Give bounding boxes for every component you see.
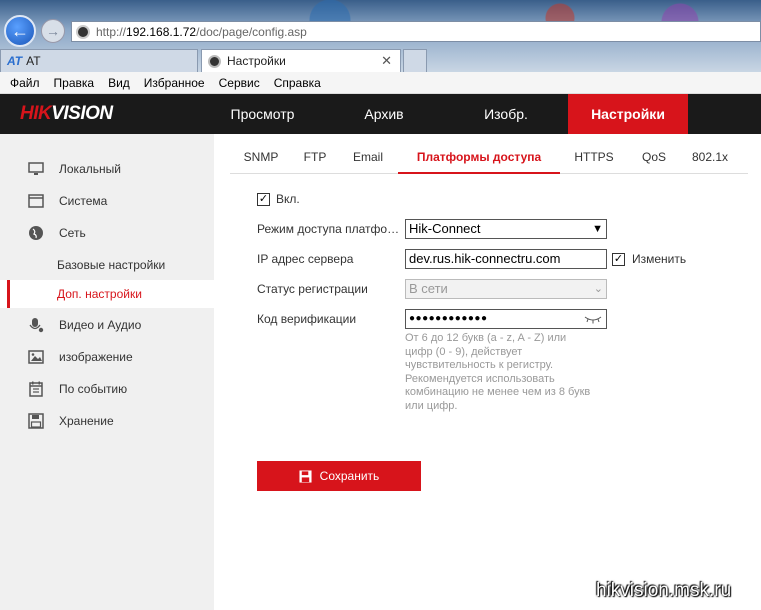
server-address-input[interactable]: dev.rus.hik-connectru.com bbox=[405, 249, 607, 269]
verification-code-hint: От 6 до 12 букв (a - z, A - Z) или цифр … bbox=[405, 332, 591, 412]
chevron-down-icon: ⌄ bbox=[593, 283, 603, 295]
at-logo-icon: AT bbox=[7, 54, 23, 68]
sidebar-item-video-audio[interactable]: Видео и Аудио bbox=[0, 310, 214, 340]
menu-view[interactable]: Вид bbox=[108, 76, 130, 90]
url-prefix: http:// bbox=[96, 24, 127, 39]
sidebar: Локальный Система Сеть Базовые настройки… bbox=[0, 134, 214, 610]
system-window-icon bbox=[28, 194, 44, 208]
nav-settings[interactable]: Настройки bbox=[568, 94, 688, 134]
close-tab-icon[interactable]: ✕ bbox=[381, 53, 392, 69]
microphone-icon bbox=[29, 318, 44, 333]
new-tab-button[interactable] bbox=[403, 49, 427, 72]
monitor-icon bbox=[28, 162, 44, 175]
arrow-left-icon: ← bbox=[11, 20, 29, 41]
hikvision-logo: HIKVISION bbox=[20, 103, 113, 124]
sidebar-item-image[interactable]: изображение bbox=[0, 342, 214, 372]
change-server-label: Изменить bbox=[632, 252, 687, 266]
chevron-down-icon: ▼ bbox=[592, 223, 603, 235]
sidebar-item-label: Сеть bbox=[59, 226, 86, 240]
subtab-snmp[interactable]: SNMP bbox=[242, 150, 280, 174]
menu-tools[interactable]: Сервис bbox=[219, 76, 260, 90]
tab-label: Настройки bbox=[227, 54, 286, 68]
change-server-checkbox[interactable]: ✓ bbox=[612, 253, 625, 266]
back-button[interactable]: ← bbox=[4, 15, 36, 47]
nav-live-view[interactable]: Просмотр bbox=[215, 94, 310, 134]
menu-edit[interactable]: Правка bbox=[54, 76, 95, 90]
watermark: hikvision.msk.ru bbox=[596, 580, 732, 601]
globe-icon bbox=[29, 226, 43, 240]
content-panel: SNMP FTP Email Платформы доступа HTTPS Q… bbox=[214, 134, 761, 610]
sidebar-item-label: Видео и Аудио bbox=[59, 318, 142, 332]
browser-chrome: ← → http://192.168.1.72/doc/page/config.… bbox=[0, 0, 761, 72]
sidebar-item-local[interactable]: Локальный bbox=[0, 154, 214, 184]
sidebar-item-label: Локальный bbox=[59, 162, 121, 176]
subtab-https[interactable]: HTTPS bbox=[572, 150, 616, 174]
sidebar-item-label: По событию bbox=[59, 382, 128, 396]
sidebar-subitem-advanced[interactable]: Доп. настройки bbox=[0, 280, 214, 308]
server-address-value: dev.rus.hik-connectru.com bbox=[409, 251, 561, 266]
access-mode-label: Режим доступа платфор… bbox=[257, 222, 405, 236]
subtab-bar: SNMP FTP Email Платформы доступа HTTPS Q… bbox=[230, 150, 748, 174]
menu-favorites[interactable]: Избранное bbox=[144, 76, 205, 90]
checkmark-icon: ✓ bbox=[258, 193, 269, 205]
save-button[interactable]: Сохранить bbox=[257, 461, 421, 491]
sidebar-subitem-label: Доп. настройки bbox=[57, 287, 142, 301]
nav-image[interactable]: Изобр. bbox=[472, 94, 540, 134]
sidebar-item-events[interactable]: По событию bbox=[0, 374, 214, 404]
image-icon bbox=[28, 350, 44, 364]
save-disk-icon bbox=[299, 469, 312, 483]
enable-label: Вкл. bbox=[276, 192, 300, 206]
sidebar-item-network[interactable]: Сеть bbox=[0, 218, 214, 248]
registration-status-label: Статус регистрации bbox=[257, 282, 368, 296]
url-host: 192.168.1.72 bbox=[126, 24, 197, 39]
site-favicon-icon bbox=[76, 24, 90, 39]
registration-status-select: В сети ⌄ bbox=[405, 279, 607, 299]
sidebar-item-storage[interactable]: Хранение bbox=[0, 406, 214, 436]
verification-code-value: ●●●●●●●●●●●● bbox=[409, 313, 488, 324]
url-path: /doc/page/config.asp bbox=[196, 24, 307, 39]
show-password-eye-icon[interactable] bbox=[584, 314, 602, 324]
save-disk-icon bbox=[28, 413, 44, 429]
tab-label: AT bbox=[26, 54, 41, 68]
registration-status-value: В сети bbox=[409, 281, 448, 296]
sidebar-item-label: Система bbox=[59, 194, 108, 208]
save-button-label: Сохранить bbox=[319, 469, 380, 483]
menu-help[interactable]: Справка bbox=[274, 76, 321, 90]
browser-tab-at[interactable]: AT AT bbox=[0, 49, 198, 72]
subtab-8021x[interactable]: 802.1x bbox=[688, 150, 732, 174]
server-address-label: IP адрес сервера bbox=[257, 252, 354, 266]
verification-code-label: Код верификации bbox=[257, 312, 357, 326]
subtab-qos[interactable]: QoS bbox=[638, 150, 670, 174]
access-mode-value: Hik-Connect bbox=[409, 221, 481, 236]
sidebar-item-system[interactable]: Система bbox=[0, 186, 214, 216]
app-header: HIKVISION Просмотр Архив Изобр. Настройк… bbox=[0, 94, 761, 134]
checkmark-icon: ✓ bbox=[613, 253, 624, 265]
arrow-right-icon: → bbox=[46, 23, 60, 39]
tab-favicon-icon bbox=[208, 54, 221, 68]
subtab-platform-access[interactable]: Платформы доступа bbox=[398, 150, 560, 174]
browser-tabs: AT AT Настройки ✕ bbox=[0, 47, 761, 72]
browser-menu-bar: Файл Правка Вид Избранное Сервис Справка bbox=[0, 72, 761, 94]
verification-code-input[interactable]: ●●●●●●●●●●●● bbox=[405, 309, 607, 329]
enable-checkbox[interactable]: ✓ bbox=[257, 193, 270, 206]
forward-button[interactable]: → bbox=[41, 19, 65, 43]
access-mode-select[interactable]: Hik-Connect ▼ bbox=[405, 219, 607, 239]
nav-archive[interactable]: Архив bbox=[345, 94, 423, 134]
sidebar-subitem-label: Базовые настройки bbox=[57, 258, 166, 272]
subtab-ftp[interactable]: FTP bbox=[300, 150, 330, 174]
subtab-email[interactable]: Email bbox=[350, 150, 386, 174]
sidebar-item-label: изображение bbox=[59, 350, 133, 364]
address-bar[interactable]: http://192.168.1.72/doc/page/config.asp bbox=[71, 21, 761, 42]
calendar-icon bbox=[29, 381, 43, 397]
browser-tab-settings[interactable]: Настройки ✕ bbox=[201, 49, 401, 72]
sidebar-subitem-basic[interactable]: Базовые настройки bbox=[0, 251, 214, 279]
sidebar-item-label: Хранение bbox=[59, 414, 114, 428]
menu-file[interactable]: Файл bbox=[10, 76, 40, 90]
